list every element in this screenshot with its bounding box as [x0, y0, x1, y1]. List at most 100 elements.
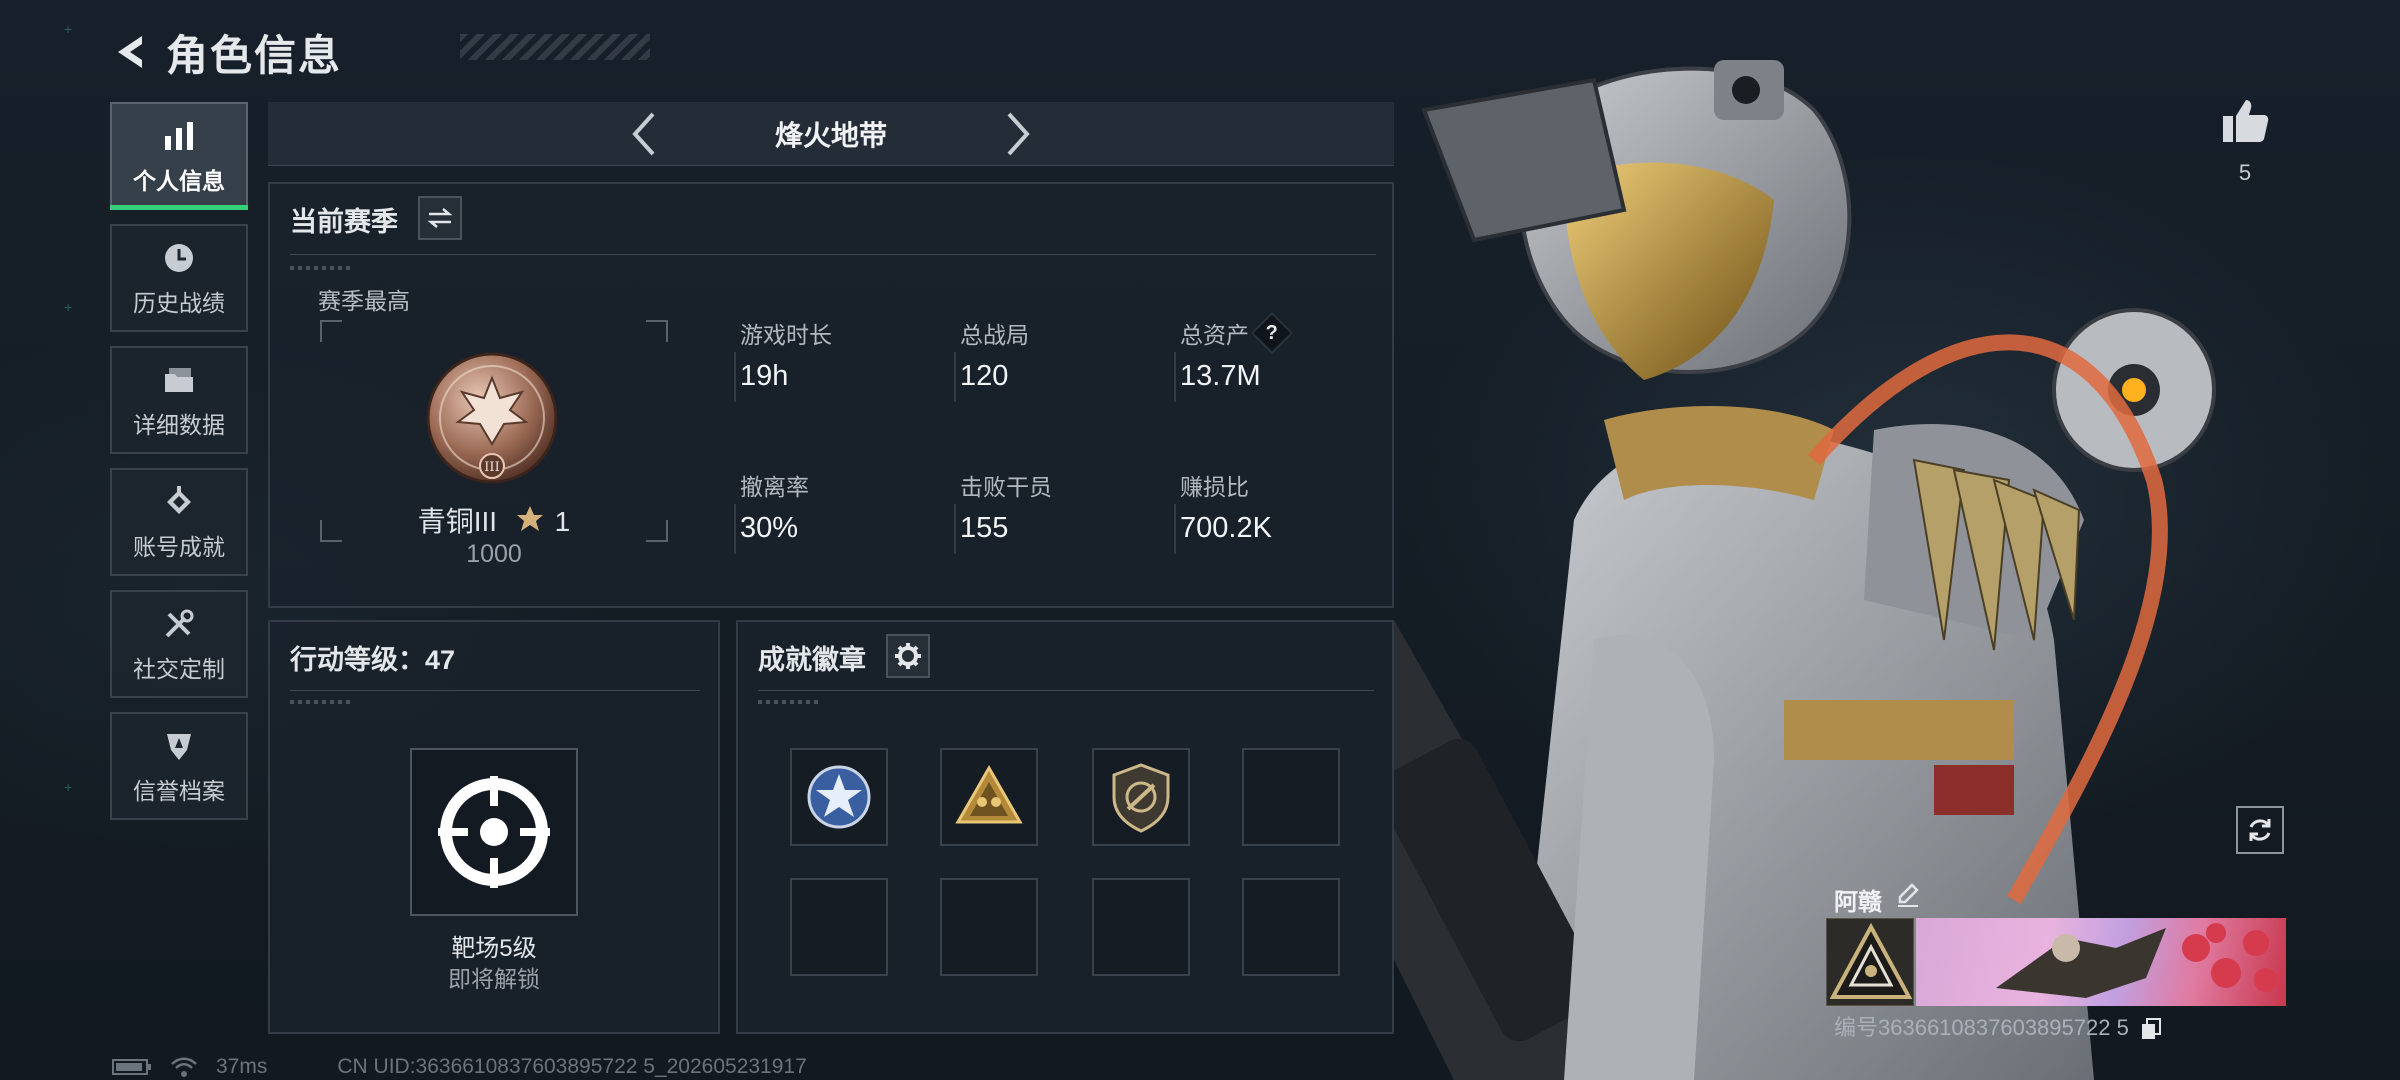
banner-artwork	[1996, 923, 2278, 998]
badge-slot-3[interactable]	[1092, 748, 1190, 846]
sidebar: 个人信息 历史战绩 详细数据 账号成就 社交定制 信誉档案	[110, 102, 248, 834]
folder-icon	[159, 360, 199, 400]
mode-prev-button[interactable]	[620, 110, 668, 158]
pencil-icon	[1898, 883, 1919, 907]
stat-value: 700.2K	[1180, 512, 1272, 544]
rank-score: 1000	[466, 540, 522, 568]
range-status: 即将解锁	[448, 966, 540, 992]
refresh-icon	[2249, 819, 2271, 841]
badges-settings-button[interactable]	[886, 634, 930, 678]
help-icon[interactable]: ?	[1250, 311, 1294, 355]
sidebar-item-label: 历史战绩	[133, 290, 225, 316]
status-bar: 37ms CN UID:3636610837603895722 5_202605…	[112, 1054, 825, 1080]
thumbs-up-icon	[2223, 100, 2269, 142]
shield-crosshair-icon	[1112, 763, 1170, 833]
star-emblem-icon	[807, 765, 871, 829]
title-decoration	[460, 34, 650, 60]
sidebar-item-history[interactable]: 历史战绩	[110, 224, 248, 332]
like-count: 5	[2238, 160, 2252, 185]
uid-text: CN UID:3636610837603895722 5_20260523191…	[337, 1055, 807, 1078]
season-title: 当前赛季	[290, 207, 398, 237]
ping-value: 37ms	[216, 1055, 268, 1078]
season-switch-button[interactable]	[418, 196, 462, 240]
achievement-diamond-icon	[159, 482, 199, 522]
battery-icon	[112, 1057, 152, 1077]
sidebar-item-label: 社交定制	[133, 656, 225, 682]
sidebar-item-personal-info[interactable]: 个人信息	[110, 102, 248, 210]
season-best-label: 赛季最高	[318, 288, 410, 314]
stat-extract-rate: 撤离率 30%	[734, 470, 940, 554]
stat-total-matches: 总战局 120	[954, 318, 1160, 402]
badge-slot-5[interactable]	[790, 878, 888, 976]
badge-slot-7[interactable]	[1092, 878, 1190, 976]
stat-label-row: 总资产 ?	[1180, 311, 1380, 355]
grid-mark: +	[64, 299, 73, 315]
range-name: 靶场5级	[451, 935, 537, 962]
badges-title: 成就徽章	[758, 645, 866, 675]
crosshair-target-icon	[438, 776, 550, 888]
sidebar-item-achievements[interactable]: 账号成就	[110, 468, 248, 576]
rank-stars: 1	[554, 506, 571, 537]
stat-value: 19h	[740, 360, 789, 392]
sidebar-item-label: 信誉档案	[133, 778, 225, 804]
namecard-emblem	[1826, 918, 1914, 1006]
swap-icon	[427, 208, 453, 228]
badge-slot-1[interactable]	[790, 748, 888, 846]
stat-label: 总资产	[1180, 322, 1249, 348]
history-clock-icon	[159, 238, 199, 278]
namecard-banner[interactable]	[1916, 918, 2286, 1006]
player-id: 编号3636610837603895722 5	[1834, 1015, 2129, 1040]
rank-name-row: 青铜III 1	[320, 500, 668, 540]
triangle-emblem-icon	[1829, 922, 1913, 999]
stat-label: 击败干员	[960, 474, 1052, 500]
stat-value: 120	[960, 360, 1009, 392]
bar-chart-icon	[159, 116, 199, 156]
rotate-model-button[interactable]	[2236, 806, 2284, 854]
mode-label: 烽火地带	[774, 119, 887, 151]
divider-mark	[290, 700, 350, 704]
sidebar-item-label: 个人信息	[133, 168, 225, 194]
sidebar-item-label: 账号成就	[133, 534, 225, 560]
stat-kills: 击败干员 155	[954, 470, 1160, 554]
stat-label: 游戏时长	[740, 322, 832, 348]
like-button[interactable]	[2220, 96, 2270, 150]
badge-slot-6[interactable]	[940, 878, 1038, 976]
page-header: 角色信息	[110, 22, 650, 82]
rank-star-icon	[516, 506, 543, 531]
divider-mark	[290, 266, 350, 270]
shooting-range-target[interactable]	[410, 748, 578, 916]
grid-mark: +	[64, 21, 73, 37]
player-id-row: 编号3636610837603895722 5	[1834, 1010, 2161, 1042]
stat-value: 155	[960, 512, 1009, 544]
sidebar-item-details[interactable]: 详细数据	[110, 346, 248, 454]
rank-name: 青铜III	[417, 506, 498, 537]
sidebar-item-reputation[interactable]: 信誉档案	[110, 712, 248, 820]
stat-value: 30%	[740, 512, 799, 544]
mode-selector: 烽火地带	[268, 102, 1394, 166]
badge-slot-8[interactable]	[1242, 878, 1340, 976]
stat-label: 总战局	[960, 322, 1029, 348]
sidebar-item-label: 详细数据	[133, 412, 225, 438]
divider	[290, 690, 700, 691]
back-button[interactable]	[110, 30, 154, 74]
edit-name-button[interactable]	[1894, 880, 1924, 910]
sidebar-item-social[interactable]: 社交定制	[110, 590, 248, 698]
divider	[758, 690, 1374, 691]
page-title: 角色信息	[166, 31, 343, 79]
stat-play-time: 游戏时长 19h	[734, 318, 940, 402]
copy-icon[interactable]	[2141, 1018, 2161, 1040]
chevron-left-icon	[632, 112, 655, 156]
gear-icon	[895, 643, 921, 669]
pyramid-squad-icon	[955, 764, 1023, 824]
badge-slot-4[interactable]	[1242, 748, 1340, 846]
grid-mark: +	[64, 779, 73, 795]
mode-next-button[interactable]	[994, 110, 1042, 158]
bronze-rank-emblem-icon: III	[426, 352, 558, 484]
badge-slot-2[interactable]	[940, 748, 1038, 846]
back-arrow-icon	[118, 36, 142, 68]
svg-text:III: III	[484, 460, 499, 475]
divider	[290, 254, 1376, 255]
divider-mark	[758, 700, 818, 704]
shield-badge-icon	[159, 726, 199, 766]
stat-total-assets: 总资产 ? 13.7M	[1174, 311, 1380, 402]
